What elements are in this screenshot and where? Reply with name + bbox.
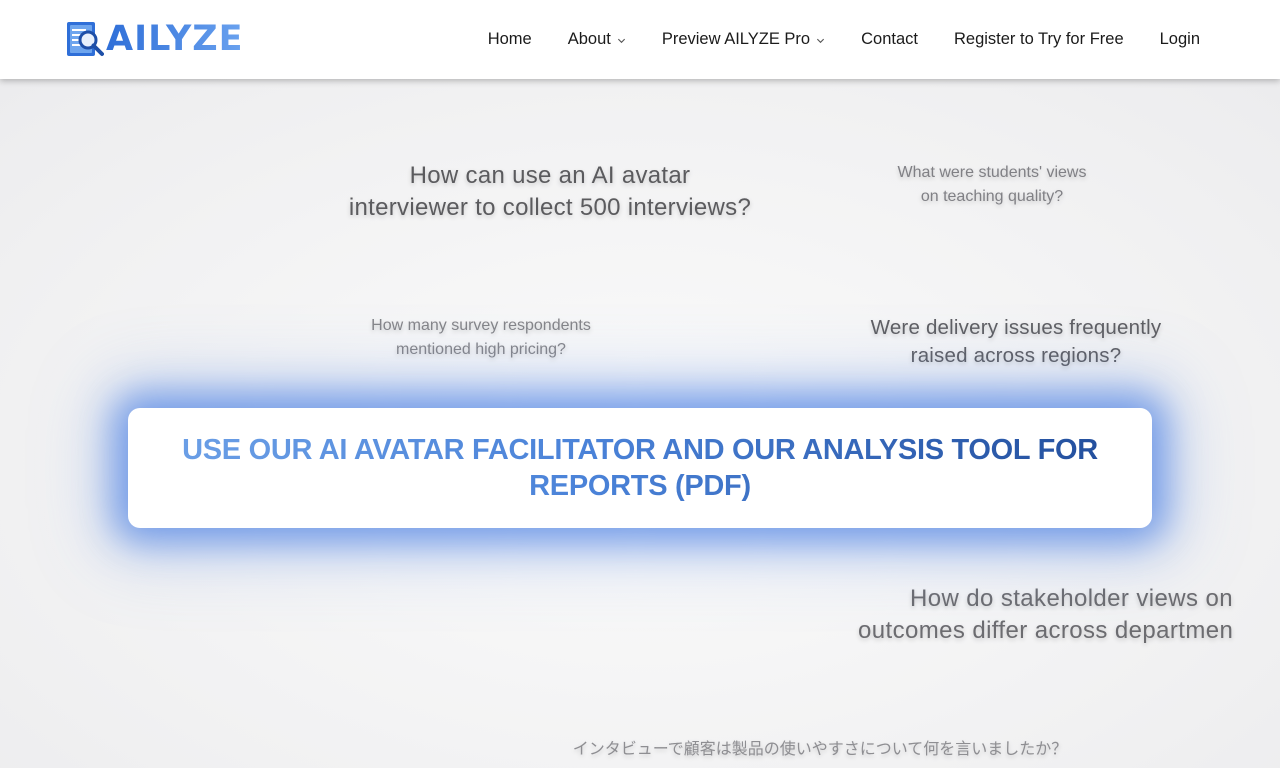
- floating-question-delivery: Were delivery issues frequently raised a…: [836, 314, 1196, 370]
- floating-question-pricing: How many survey respondents mentioned hi…: [330, 314, 632, 362]
- cta-card-button[interactable]: USE OUR AI AVATAR FACILITATOR AND OUR AN…: [128, 408, 1152, 528]
- question-line: What were students' views: [897, 164, 1087, 181]
- nav-home[interactable]: Home: [488, 30, 532, 49]
- question-line: interviewer to collect 500 interviews?: [348, 194, 752, 221]
- nav-contact[interactable]: Contact: [861, 30, 918, 49]
- nav-about-label: About: [567, 30, 611, 48]
- nav-contact-label: Contact: [861, 30, 918, 48]
- site-logo[interactable]: AILYZE: [66, 20, 244, 58]
- question-line: Were delivery issues frequently: [870, 316, 1162, 339]
- nav-preview-pro[interactable]: Preview AILYZE Pro: [662, 30, 825, 49]
- nav-about[interactable]: About: [568, 30, 626, 49]
- main-nav: Home About Preview AILYZE Pro Contact Re…: [488, 0, 1200, 79]
- chevron-down-icon: [817, 38, 825, 43]
- question-line: raised across regions?: [910, 344, 1122, 367]
- nav-register-label: Register to Try for Free: [953, 30, 1124, 48]
- question-line: インタビューで顧客は製品の使いやすさについて何を言いましたか？: [572, 739, 1068, 758]
- floating-question-avatar: How can use an AI avatar interviewer to …: [300, 160, 800, 224]
- question-line: mentioned high pricing?: [396, 341, 566, 358]
- nav-register[interactable]: Register to Try for Free: [954, 30, 1124, 49]
- question-line: How many survey respondents: [371, 317, 591, 334]
- question-line: outcomes differ across departmen: [858, 617, 1234, 644]
- floating-question-stakeholders: How do stakeholder views on outcomes dif…: [858, 583, 1280, 647]
- floating-question-japanese: インタビューで顧客は製品の使いやすさについて何を言いましたか？: [540, 738, 1100, 760]
- nav-preview-pro-label: Preview AILYZE Pro: [661, 30, 811, 48]
- nav-login-label: Login: [1159, 30, 1200, 48]
- cta-text: USE OUR AI AVATAR FACILITATOR AND OUR AN…: [170, 432, 1110, 504]
- nav-home-label: Home: [487, 30, 532, 48]
- logo-text: AILYZE: [106, 19, 244, 59]
- document-magnifier-icon: [67, 22, 104, 56]
- nav-login[interactable]: Login: [1160, 30, 1200, 49]
- site-header: AILYZE Home About Preview AILYZE Pro Con…: [0, 0, 1280, 79]
- question-line: on teaching quality?: [920, 188, 1064, 205]
- floating-question-students: What were students' views on teaching qu…: [852, 161, 1132, 209]
- chevron-down-icon: [617, 38, 625, 43]
- question-line: How do stakeholder views on: [910, 585, 1233, 612]
- question-line: How can use an AI avatar: [409, 162, 691, 189]
